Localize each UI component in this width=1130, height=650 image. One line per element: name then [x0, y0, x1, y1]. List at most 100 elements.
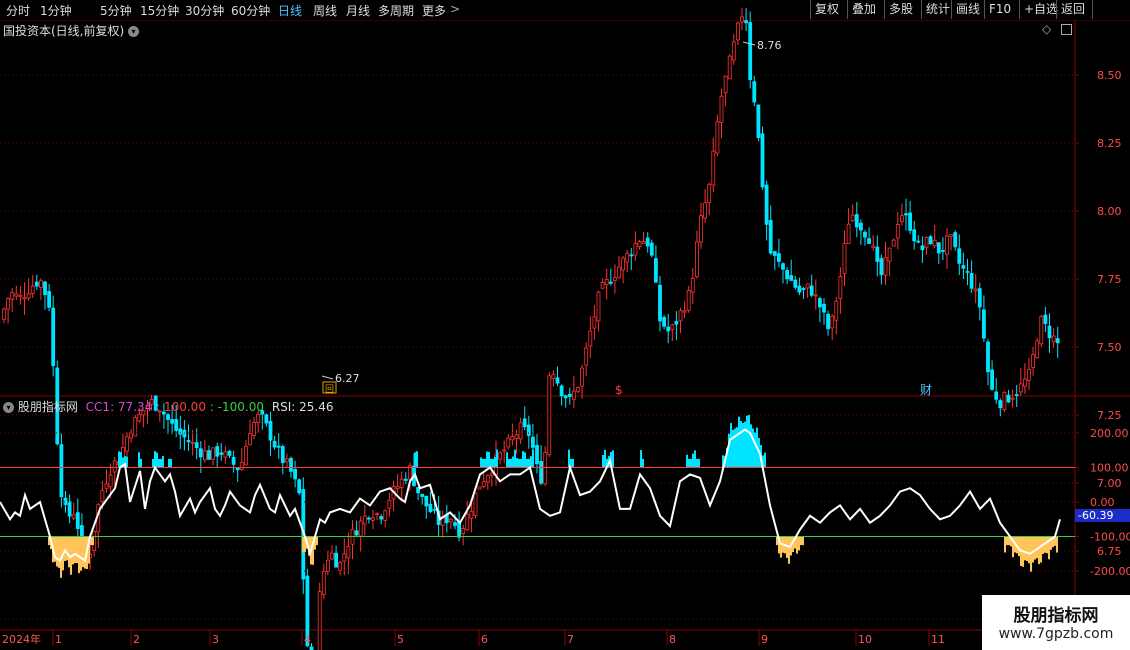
upper-fill: [138, 452, 140, 468]
candle-down: [1055, 338, 1060, 344]
upper-fill: [118, 451, 120, 468]
candle-down: [928, 236, 933, 245]
upper-fill: [602, 455, 604, 468]
candle-up: [1027, 369, 1031, 381]
upper-fill: [508, 458, 510, 468]
upper-fill: [694, 450, 696, 468]
upper-fill: [512, 456, 514, 468]
lower-fill: [78, 536, 80, 574]
upper-fill: [506, 452, 508, 468]
candle-up: [600, 282, 605, 289]
chevron-down-icon[interactable]: ▾: [3, 402, 14, 413]
candle-down: [219, 452, 224, 455]
candle-up: [22, 297, 27, 300]
candle-up: [973, 288, 978, 292]
upper-fill: [152, 458, 154, 468]
candle-down: [867, 238, 871, 245]
candle-down: [428, 503, 433, 513]
indicator-header: ▾ 股朋指标网 CC1: 77.34 : 100.00 : -100.00 RS…: [3, 398, 334, 415]
upper-fill: [156, 452, 158, 468]
candle-down: [1043, 314, 1048, 324]
candle-down: [908, 212, 912, 231]
upper-fill: [740, 421, 742, 468]
upper-fill: [414, 452, 416, 468]
candle-down: [289, 457, 293, 472]
upper-fill: [690, 458, 692, 468]
candle-up: [850, 214, 855, 222]
upper-fill: [160, 458, 162, 468]
candle-up: [506, 437, 511, 448]
price-tick-label: 8.00: [1097, 205, 1122, 218]
upper-fill: [488, 451, 490, 468]
candle-up: [223, 451, 228, 458]
low-label: 6.27: [335, 372, 360, 385]
candle-up: [252, 422, 257, 436]
cc1-line: [0, 428, 1061, 563]
candle-down: [293, 468, 298, 480]
candle-up: [727, 55, 732, 80]
lower-fill: [68, 536, 70, 568]
candle-up: [498, 452, 503, 460]
candle-up: [338, 562, 343, 571]
candle-down: [969, 273, 974, 289]
candle-down: [354, 530, 359, 536]
candle-up: [502, 449, 507, 452]
watermark-title: 股朋指标网: [1013, 606, 1099, 626]
candle-up: [190, 441, 195, 444]
candle-up: [125, 436, 129, 452]
candle-up: [551, 374, 556, 379]
chevron-down-icon[interactable]: ▾: [128, 26, 140, 37]
svg-text:回: 回: [325, 384, 334, 395]
indicator-tick-label: -100.00: [1090, 531, 1130, 544]
upper-fill: [696, 458, 698, 468]
price-tick-label: 7.75: [1097, 273, 1122, 286]
candle-up: [1051, 335, 1056, 343]
upper-fill: [730, 423, 732, 468]
finance-marker[interactable]: 财: [920, 383, 932, 397]
upper-fill: [752, 428, 754, 468]
candle-up: [887, 247, 892, 262]
month-label: 5: [397, 633, 404, 646]
lower-fill: [1046, 536, 1048, 554]
candle-up: [883, 256, 888, 276]
rsi-label: RSI: 25.46: [271, 400, 334, 414]
candle-down: [674, 321, 679, 325]
candle-down: [666, 326, 671, 332]
upper-fill: [736, 427, 738, 468]
candle-up: [846, 223, 851, 244]
dividend-marker[interactable]: $: [615, 383, 623, 397]
candle-up: [71, 514, 76, 519]
candle-down: [920, 245, 925, 251]
candle-down: [994, 391, 999, 400]
candle-up: [469, 510, 474, 519]
candle-up: [613, 277, 617, 281]
candle-up: [477, 486, 482, 490]
upper-fill: [526, 458, 528, 468]
lower-fill: [788, 536, 790, 564]
panel-toggle-icon[interactable]: [1061, 24, 1073, 35]
lower-fill: [1034, 536, 1036, 560]
candle-up: [317, 591, 322, 650]
candle-down: [645, 237, 650, 247]
candle-up: [547, 375, 552, 455]
candle-up: [395, 486, 400, 489]
candle-down: [875, 246, 880, 262]
candle-up: [30, 285, 35, 294]
candle-down: [59, 444, 64, 498]
low-marker-icon[interactable]: 回: [322, 381, 337, 395]
candle-down: [649, 242, 654, 256]
candle-down: [34, 281, 39, 287]
candle-down: [170, 419, 175, 424]
candle-down: [539, 461, 543, 484]
candle-down: [785, 270, 789, 280]
candle-up: [18, 294, 23, 298]
candle-up: [1010, 397, 1015, 400]
candle-down: [629, 254, 634, 257]
diamond-icon[interactable]: ◇: [1042, 22, 1051, 36]
price-panel-controls: ◇: [1042, 22, 1073, 36]
candle-down: [215, 446, 220, 457]
upper-label: : 100.00: [156, 400, 206, 414]
upper-fill: [510, 458, 512, 468]
lower-fill: [1056, 536, 1058, 553]
candle-up: [842, 243, 847, 274]
